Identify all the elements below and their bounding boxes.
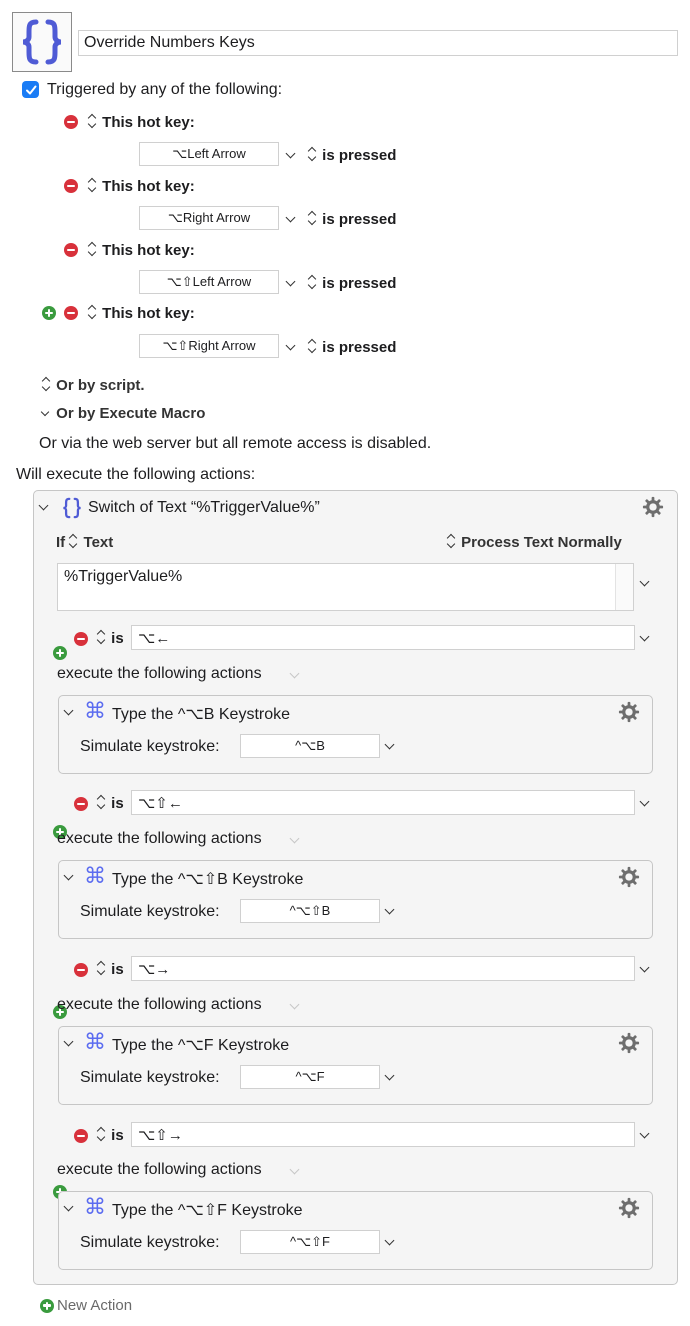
hotkey-field[interactable]: ⌥⇧Left Arrow xyxy=(139,270,279,294)
updown-icon xyxy=(97,961,107,975)
keystroke-action-title: Type the ^⌥⇧F Keystroke xyxy=(112,1202,303,1219)
execute-actions-label: execute the following actions xyxy=(57,665,262,682)
will-execute-label: Will execute the following actions: xyxy=(16,466,256,483)
updown-icon xyxy=(97,1127,107,1141)
keystroke-field[interactable]: ^⌥F xyxy=(240,1065,380,1089)
new-action-label: New Action xyxy=(57,1297,133,1314)
remove-case-icon[interactable] xyxy=(74,1129,88,1143)
updown-icon xyxy=(88,242,98,256)
key-state-popup[interactable]: is pressed xyxy=(308,147,396,164)
hotkey-field[interactable]: ⌥⇧Right Arrow xyxy=(139,334,279,358)
gear-icon[interactable] xyxy=(618,1197,640,1219)
gear-icon[interactable] xyxy=(618,866,640,888)
key-state-popup[interactable]: is pressed xyxy=(308,275,396,292)
if-text-popup[interactable]: If Text xyxy=(56,534,113,551)
macro-name-field[interactable] xyxy=(78,30,678,56)
curly-braces-icon xyxy=(22,19,62,65)
web-server-note: Or via the web server but all remote acc… xyxy=(39,435,432,452)
add-trigger-icon[interactable] xyxy=(42,306,56,320)
triggered-checkbox[interactable] xyxy=(22,81,39,98)
updown-icon xyxy=(88,114,98,128)
trigger-type-popup[interactable]: This hot key: xyxy=(88,114,195,131)
updown-icon xyxy=(88,305,98,319)
command-key-icon: ⌘ xyxy=(84,1195,106,1220)
simulate-keystroke-label: Simulate keystroke: xyxy=(80,1069,220,1086)
case-condition-popup[interactable]: is xyxy=(97,795,124,812)
gear-icon[interactable] xyxy=(642,496,664,518)
case-condition-popup[interactable]: is xyxy=(97,630,124,647)
hotkey-field[interactable]: ⌥Right Arrow xyxy=(139,206,279,230)
command-key-icon: ⌘ xyxy=(84,864,106,889)
updown-icon xyxy=(308,211,318,225)
keystroke-field[interactable]: ^⌥B xyxy=(240,734,380,758)
command-key-icon: ⌘ xyxy=(84,1030,106,1055)
or-by-script-disclosure[interactable]: Or by script. xyxy=(42,377,144,394)
new-action-button[interactable]: New Action xyxy=(40,1297,132,1314)
case-value-field[interactable]: ⌥→ xyxy=(131,956,635,981)
execute-actions-label: execute the following actions xyxy=(57,830,262,847)
keystroke-field[interactable]: ^⌥⇧B xyxy=(240,899,380,923)
keystroke-action-title: Type the ^⌥⇧B Keystroke xyxy=(112,871,304,888)
execute-actions-label: execute the following actions xyxy=(57,1161,262,1178)
remove-case-icon[interactable] xyxy=(74,632,88,646)
updown-icon xyxy=(308,147,318,161)
gear-icon[interactable] xyxy=(618,701,640,723)
or-by-execute-disclosure[interactable]: Or by Execute Macro xyxy=(40,405,205,422)
checkmark-icon xyxy=(25,85,36,94)
case-value-field[interactable]: ⌥⇧← xyxy=(131,790,635,815)
add-icon xyxy=(40,1298,54,1313)
case-value-field[interactable]: ⌥← xyxy=(131,625,635,650)
switch-text-value: %TriggerValue% xyxy=(64,568,183,585)
macro-icon-well[interactable] xyxy=(12,12,72,72)
keystroke-action-title: Type the ^⌥B Keystroke xyxy=(112,706,291,723)
simulate-keystroke-label: Simulate keystroke: xyxy=(80,903,220,920)
updown-icon xyxy=(308,275,318,289)
simulate-keystroke-label: Simulate keystroke: xyxy=(80,1234,220,1251)
updown-icon xyxy=(308,339,318,353)
chevron-down-icon[interactable] xyxy=(285,340,296,351)
remove-case-icon[interactable] xyxy=(74,963,88,977)
add-case-icon[interactable] xyxy=(53,646,67,660)
keystroke-action-title: Type the ^⌥F Keystroke xyxy=(112,1037,290,1054)
updown-icon xyxy=(69,534,79,548)
updown-icon xyxy=(447,534,457,548)
updown-icon xyxy=(97,630,107,644)
case-condition-popup[interactable]: is xyxy=(97,961,124,978)
triggered-label: Triggered by any of the following: xyxy=(47,81,283,98)
remove-trigger-icon[interactable] xyxy=(64,179,78,193)
process-text-popup[interactable]: Process Text Normally xyxy=(447,534,622,551)
remove-trigger-icon[interactable] xyxy=(64,115,78,129)
updown-icon xyxy=(42,377,52,391)
simulate-keystroke-label: Simulate keystroke: xyxy=(80,738,220,755)
case-condition-popup[interactable]: is xyxy=(97,1127,124,1144)
updown-icon xyxy=(88,178,98,192)
keystroke-field[interactable]: ^⌥⇧F xyxy=(240,1230,380,1254)
remove-case-icon[interactable] xyxy=(74,797,88,811)
key-state-popup[interactable]: is pressed xyxy=(308,339,396,356)
key-state-popup[interactable]: is pressed xyxy=(308,211,396,228)
hotkey-field[interactable]: ⌥Left Arrow xyxy=(139,142,279,166)
trigger-type-popup[interactable]: This hot key: xyxy=(88,242,195,259)
trigger-type-popup[interactable]: This hot key: xyxy=(88,305,195,322)
command-key-icon: ⌘ xyxy=(84,699,106,724)
updown-icon xyxy=(97,795,107,809)
chevron-down-icon[interactable] xyxy=(285,212,296,223)
execute-actions-label: execute the following actions xyxy=(57,996,262,1013)
chevron-down-icon[interactable] xyxy=(285,276,296,287)
text-field-scrollbar[interactable] xyxy=(615,564,633,610)
chevron-down-icon xyxy=(40,407,50,417)
case-value-field[interactable]: ⌥⇧→ xyxy=(131,1122,635,1147)
trigger-type-popup[interactable]: This hot key: xyxy=(88,178,195,195)
gear-icon[interactable] xyxy=(618,1032,640,1054)
remove-trigger-icon[interactable] xyxy=(64,306,78,320)
chevron-down-icon[interactable] xyxy=(285,148,296,159)
switch-action-title: Switch of Text “%TriggerValue%” xyxy=(88,499,320,516)
remove-trigger-icon[interactable] xyxy=(64,243,78,257)
curly-braces-icon xyxy=(63,497,81,519)
switch-text-field[interactable]: %TriggerValue% xyxy=(57,563,634,611)
